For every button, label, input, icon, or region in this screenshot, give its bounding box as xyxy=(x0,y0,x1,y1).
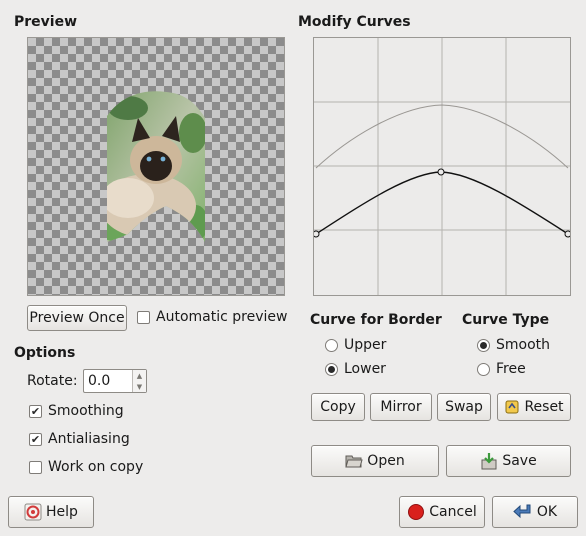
preview-once-label: Preview Once xyxy=(29,310,125,326)
rotate-value: 0.0 xyxy=(88,373,111,389)
preview-canvas xyxy=(27,37,285,296)
reset-button[interactable]: Reset xyxy=(497,393,571,421)
ok-button[interactable]: OK xyxy=(492,496,578,528)
open-button[interactable]: Open xyxy=(311,445,439,477)
curve-graph[interactable] xyxy=(314,38,570,295)
cancel-icon xyxy=(407,503,425,521)
automatic-preview-checkbox[interactable] xyxy=(137,311,150,324)
help-button[interactable]: Help xyxy=(8,496,94,528)
control-point xyxy=(564,230,570,238)
curve-type-title: Curve Type xyxy=(462,312,550,328)
antialiasing-checkbox[interactable]: ✔ xyxy=(29,433,42,446)
automatic-preview-label: Automatic preview xyxy=(156,309,288,325)
curve-for-border-title: Curve for Border xyxy=(310,312,442,328)
save-button[interactable]: Save xyxy=(446,445,571,477)
save-icon xyxy=(480,452,498,470)
rotate-spinner[interactable]: 0.0 ▲ ▼ xyxy=(83,369,147,393)
reset-icon xyxy=(504,399,520,415)
radio-selected-dot xyxy=(480,342,487,349)
preview-title: Preview xyxy=(14,14,78,30)
work-on-copy-label: Work on copy xyxy=(48,459,144,475)
options-title: Options xyxy=(14,345,76,361)
open-label: Open xyxy=(367,453,405,469)
cancel-label: Cancel xyxy=(429,504,477,520)
rotate-label: Rotate: xyxy=(27,373,78,389)
smooth-radio[interactable] xyxy=(477,339,490,352)
smoothing-label: Smoothing xyxy=(48,403,124,419)
folder-open-icon xyxy=(345,453,363,469)
free-label: Free xyxy=(496,361,526,377)
smooth-label: Smooth xyxy=(496,337,551,353)
upper-radio[interactable] xyxy=(325,339,338,352)
reset-label: Reset xyxy=(524,399,564,415)
mirror-label: Mirror xyxy=(380,399,422,415)
upper-label: Upper xyxy=(344,337,387,353)
swap-label: Swap xyxy=(445,399,483,415)
help-label: Help xyxy=(46,504,78,520)
control-point xyxy=(314,230,320,238)
modify-curves-title: Modify Curves xyxy=(298,14,411,30)
spin-down-icon[interactable]: ▼ xyxy=(133,381,146,392)
curve-editor[interactable] xyxy=(313,37,571,296)
cancel-button[interactable]: Cancel xyxy=(399,496,485,528)
save-label: Save xyxy=(502,453,537,469)
control-point xyxy=(437,168,445,176)
checkmark-icon: ✔ xyxy=(30,405,41,418)
preview-once-button[interactable]: Preview Once xyxy=(27,305,127,331)
work-on-copy-checkbox[interactable] xyxy=(29,461,42,474)
ok-label: OK xyxy=(536,504,558,520)
free-radio[interactable] xyxy=(477,363,490,376)
radio-selected-dot xyxy=(328,366,335,373)
copy-label: Copy xyxy=(320,399,356,415)
antialiasing-label: Antialiasing xyxy=(48,431,130,447)
spin-up-icon[interactable]: ▲ xyxy=(133,370,146,381)
cat-photo xyxy=(107,91,205,243)
mirror-button[interactable]: Mirror xyxy=(370,393,432,421)
swap-button[interactable]: Swap xyxy=(437,393,491,421)
help-icon xyxy=(24,503,42,521)
checkmark-icon: ✔ xyxy=(30,433,41,446)
lower-label: Lower xyxy=(344,361,386,377)
smoothing-checkbox[interactable]: ✔ xyxy=(29,405,42,418)
copy-button[interactable]: Copy xyxy=(311,393,365,421)
lower-radio[interactable] xyxy=(325,363,338,376)
ok-arrow-icon xyxy=(513,503,533,521)
